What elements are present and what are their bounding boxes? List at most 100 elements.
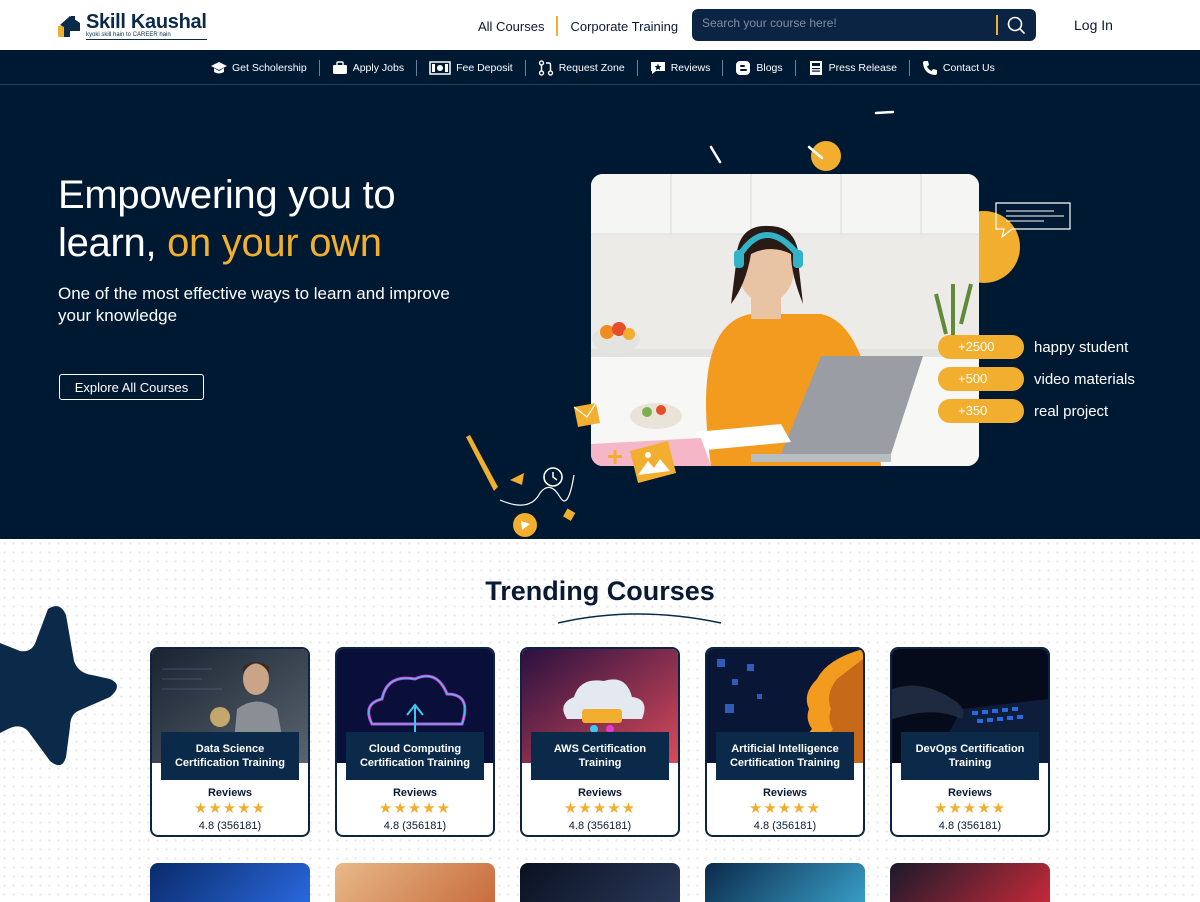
secondary-nav: Get Scholership Apply Jobs Fee Deposit R… — [0, 50, 1200, 85]
course-title: Cloud Computing Certification Training — [346, 732, 484, 780]
link-divider — [556, 16, 559, 36]
hero-section: Empowering you to learn, on your own One… — [0, 85, 1200, 539]
stat-happy-student: +2500 happy student — [938, 335, 1128, 359]
money-icon — [429, 60, 451, 75]
search-icon[interactable] — [1006, 15, 1026, 35]
corporate-training-link[interactable]: Corporate Training — [570, 19, 678, 34]
chat-bubble-icon — [995, 202, 1071, 239]
nav-item-label: Press Release — [828, 61, 897, 74]
login-link[interactable]: Log In — [1074, 17, 1113, 33]
nav-divider — [794, 59, 796, 76]
phone-icon — [922, 60, 937, 75]
nav-item-label: Blogs — [756, 61, 783, 74]
course-title: Artificial Intelligence Certification Tr… — [716, 732, 854, 780]
nav-item-label: Request Zone — [558, 61, 625, 74]
nav-item-apply-jobs[interactable]: Apply Jobs — [332, 60, 405, 75]
nav-divider — [524, 59, 526, 76]
rating-value: 4.8 (356181) — [938, 820, 1002, 832]
explore-all-courses-button[interactable]: Explore All Courses — [59, 374, 204, 400]
blogger-icon — [736, 60, 751, 75]
course-card-aws[interactable]: AWS Certification Training Reviews ★★★★★… — [520, 647, 680, 837]
course-card-thumbnail-partial[interactable] — [890, 863, 1050, 902]
course-card-thumbnail-partial[interactable] — [520, 863, 680, 902]
stat-video-materials: +500 video materials — [938, 367, 1135, 391]
stat-real-project: +350 real project — [938, 399, 1108, 423]
star-rating-icon: ★★★★★ — [748, 800, 822, 817]
rating-value: 4.8 (356181) — [753, 820, 817, 832]
stat-value: +2500 — [938, 335, 1024, 359]
course-title: AWS Certification Training — [531, 732, 669, 780]
course-card-devops[interactable]: DevOps Certification Training Reviews ★★… — [890, 647, 1050, 837]
nav-item-label: Fee Deposit — [456, 61, 513, 74]
stat-value: +350 — [938, 399, 1024, 423]
nav-divider — [908, 59, 910, 76]
nav-item-label: Reviews — [670, 61, 711, 74]
course-title: DevOps Certification Training — [901, 732, 1039, 780]
nav-divider — [636, 59, 638, 76]
git-pull-request-icon — [538, 59, 553, 76]
hero-title-line2: learn, — [58, 221, 168, 265]
nav-divider — [416, 59, 418, 76]
review-star-icon — [650, 61, 665, 74]
stat-label: video materials — [1034, 370, 1135, 388]
course-card-data-science[interactable]: Data Science Certification Training Revi… — [150, 647, 310, 837]
course-title: Data Science Certification Training — [161, 732, 299, 780]
rating-value: 4.8 (356181) — [568, 820, 632, 832]
nav-item-label: Get Scholership — [232, 61, 307, 74]
star-rating-icon: ★★★★★ — [193, 800, 267, 817]
nav-item-reviews[interactable]: Reviews — [650, 61, 711, 75]
reviews-label: Reviews — [947, 787, 993, 799]
reviews-label: Reviews — [392, 787, 438, 799]
all-courses-link[interactable]: All Courses — [478, 19, 544, 34]
search-bar — [692, 9, 1036, 41]
star-rating-icon: ★★★★★ — [563, 800, 637, 817]
decorative-star-shape — [0, 606, 117, 766]
star-rating-icon: ★★★★★ — [933, 800, 1007, 817]
course-card-thumbnail-partial[interactable] — [150, 863, 310, 902]
reviews-label: Reviews — [762, 787, 808, 799]
nav-item-label: Contact Us — [942, 61, 995, 74]
nav-divider — [722, 59, 724, 76]
course-card-cloud-computing[interactable]: Cloud Computing Certification Training R… — [335, 647, 495, 837]
stat-label: real project — [1034, 402, 1109, 420]
top-header: Skill Kaushal kyoki skill hain to CAREER… — [0, 0, 1200, 50]
search-divider — [996, 15, 998, 35]
decorative-pencil-clock — [466, 435, 576, 537]
course-card-thumbnail-partial[interactable] — [335, 863, 495, 902]
stat-label: happy student — [1034, 338, 1129, 356]
star-rating-icon: ★★★★★ — [378, 800, 452, 817]
stat-value: +500 — [938, 367, 1024, 391]
graduation-cap-icon — [211, 61, 227, 73]
reviews-label: Reviews — [207, 787, 253, 799]
course-card-artificial-intelligence[interactable]: Artificial Intelligence Certification Tr… — [705, 647, 865, 837]
rating-value: 4.8 (356181) — [198, 820, 262, 832]
nav-item-label: Apply Jobs — [352, 61, 405, 74]
nav-item-blogs[interactable]: Blogs — [735, 60, 783, 76]
brand-logo[interactable]: Skill Kaushal kyoki skill hain to CAREER… — [56, 12, 207, 40]
title-underline — [557, 613, 722, 624]
decorative-mail-image — [573, 402, 676, 483]
search-input[interactable] — [702, 16, 992, 30]
logo-house-icon — [58, 16, 80, 37]
hero-title-accent: on your own — [167, 221, 382, 265]
brand-tagline: kyoki skill hain to CAREER hain — [86, 32, 207, 40]
nav-item-contact-us[interactable]: Contact Us — [922, 60, 995, 76]
hero-title: Empowering you to learn, on your own — [58, 171, 396, 267]
hero-title-line1: Empowering you to — [58, 173, 396, 217]
brand-name: Skill Kaushal — [86, 11, 207, 33]
nav-item-scholarship[interactable]: Get Scholership — [211, 61, 307, 75]
trending-courses-section: Trending Courses Data Science Certificat… — [0, 539, 1200, 902]
nav-item-fee-deposit[interactable]: Fee Deposit — [429, 60, 513, 75]
rating-value: 4.8 (356181) — [383, 820, 447, 832]
decorative-sparks — [709, 110, 895, 171]
briefcase-icon — [332, 60, 347, 74]
top-links: All Courses Corporate Training — [478, 16, 678, 36]
nav-item-press-release[interactable]: Press Release — [808, 60, 897, 76]
hero-subtitle: One of the most effective ways to learn … — [58, 284, 450, 325]
nav-item-request-zone[interactable]: Request Zone — [538, 59, 625, 76]
trending-title: Trending Courses — [485, 576, 715, 606]
newspaper-icon — [809, 60, 822, 75]
nav-divider — [318, 59, 320, 76]
reviews-label: Reviews — [577, 787, 623, 799]
course-card-thumbnail-partial[interactable] — [705, 863, 865, 902]
